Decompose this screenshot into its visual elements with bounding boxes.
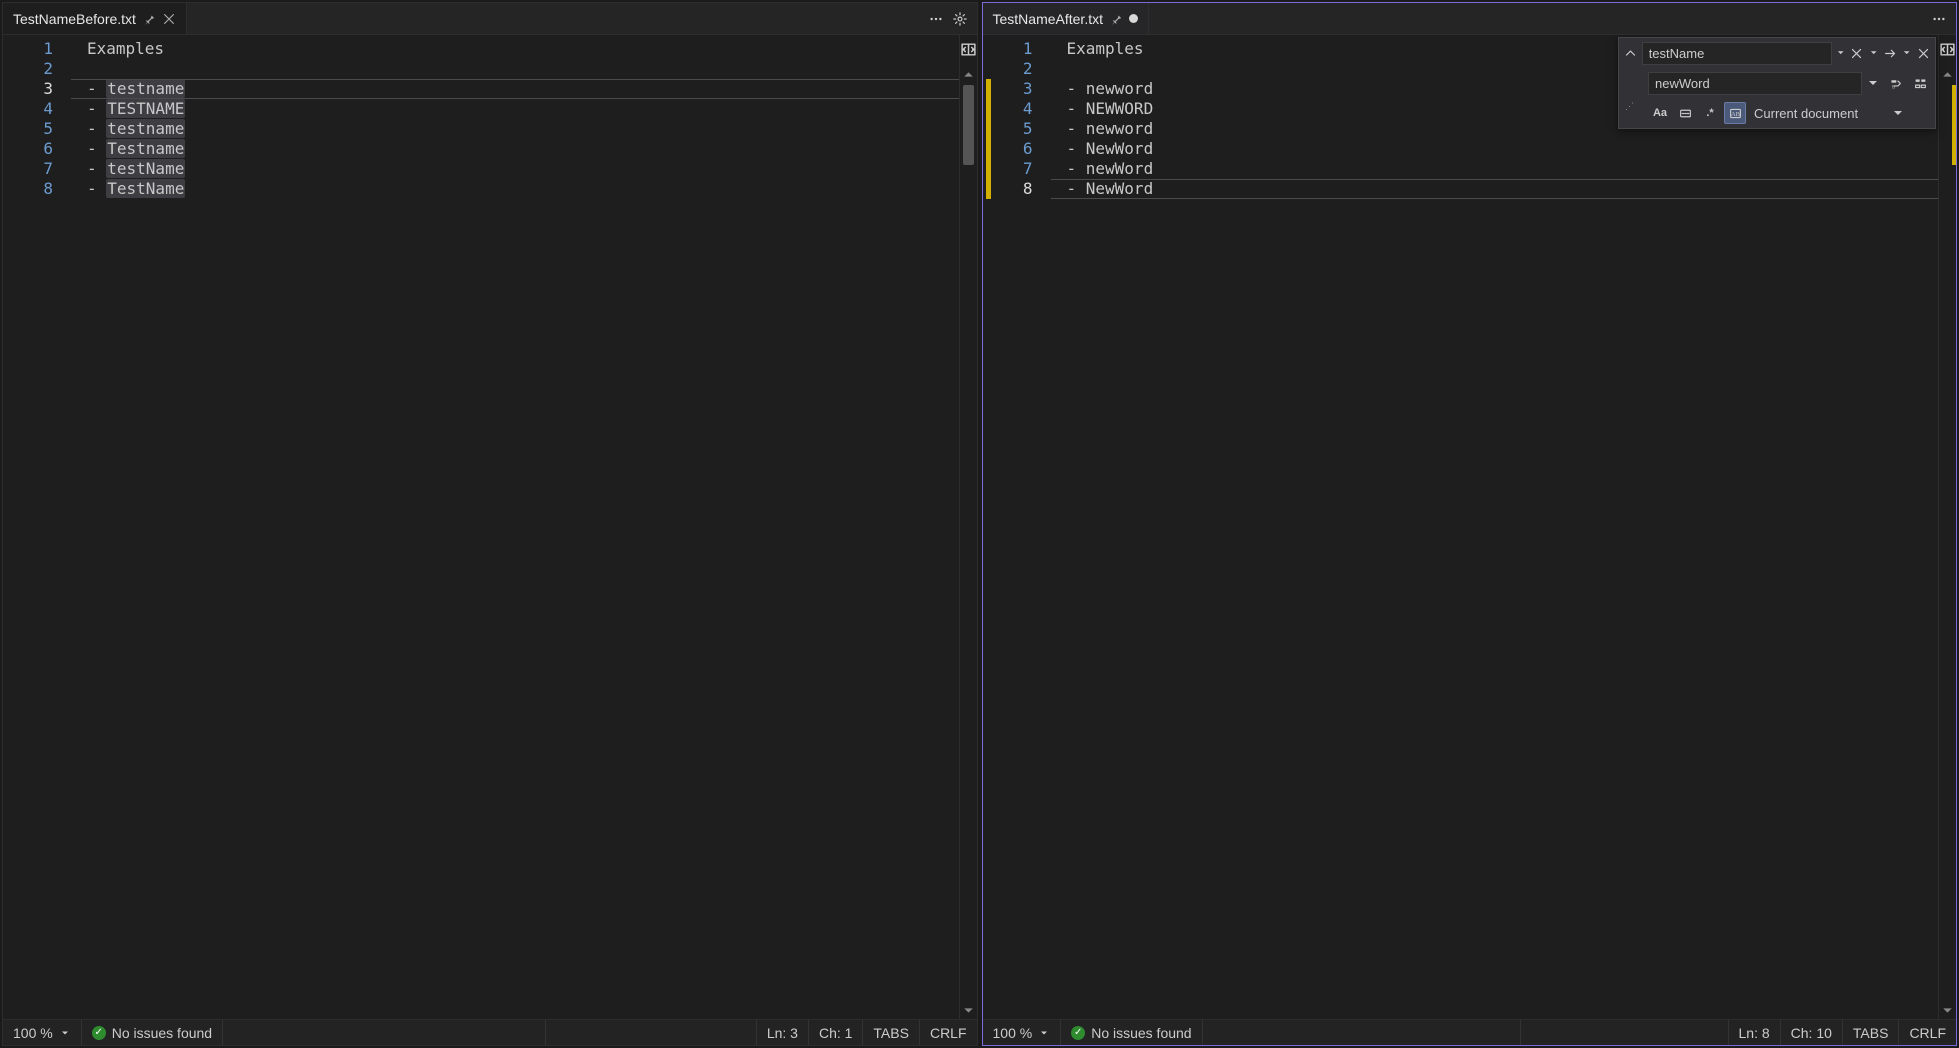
- search-history-dropdown-icon[interactable]: [1835, 42, 1846, 64]
- code-line[interactable]: - NewWord: [1067, 179, 1939, 199]
- indent-mode[interactable]: TABS: [1843, 1020, 1900, 1045]
- editor-pane-right: TestNameAfter.txt 12345678Examples- newwo…: [982, 2, 1958, 1046]
- check-circle-icon: ✓: [1071, 1026, 1085, 1040]
- code-line[interactable]: - testName: [87, 159, 959, 179]
- code-line[interactable]: - Testname: [87, 139, 959, 159]
- use-regex-toggle[interactable]: .*: [1699, 102, 1721, 124]
- replace-history-dropdown-icon[interactable]: [1865, 72, 1881, 94]
- code-line[interactable]: - TestName: [87, 179, 959, 199]
- zoom-level[interactable]: 100 %: [3, 1020, 82, 1045]
- check-circle-icon: ✓: [92, 1026, 106, 1040]
- search-scope-dropdown-icon[interactable]: [1890, 102, 1906, 124]
- change-gutter: [983, 39, 993, 1019]
- search-scope-selector[interactable]: Current document: [1749, 102, 1887, 124]
- change-overview-marker: [1952, 85, 1956, 165]
- match-case-toggle[interactable]: Aa: [1649, 102, 1671, 124]
- issues-indicator[interactable]: ✓No issues found: [1061, 1020, 1202, 1045]
- gear-icon[interactable]: [949, 8, 971, 30]
- code-content[interactable]: Examples- newword- NEWWORD- newword- New…: [1051, 39, 1939, 1019]
- replace-next-icon[interactable]: b: [1884, 72, 1906, 94]
- resize-handle-icon[interactable]: ⋰: [1623, 100, 1637, 110]
- split-window-icon[interactable]: [960, 35, 977, 63]
- code-line[interactable]: - testname: [87, 119, 959, 139]
- zoom-level[interactable]: 100 %: [983, 1020, 1062, 1045]
- status-bar: 100 %✓No issues found Ln: 8Ch: 10TABSCRLF: [983, 1019, 1957, 1045]
- close-panel-icon[interactable]: [1915, 42, 1931, 64]
- cursor-line[interactable]: Ln: 8: [1729, 1020, 1781, 1045]
- editor-pane-left: TestNameBefore.txt 12345678 Examples - test…: [2, 2, 978, 1046]
- scrollbar-thumb[interactable]: [963, 85, 974, 165]
- issues-indicator[interactable]: ✓No issues found: [82, 1020, 223, 1045]
- cursor-column[interactable]: Ch: 1: [809, 1020, 863, 1045]
- code-line[interactable]: - testname: [87, 79, 959, 99]
- collapse-panel-icon[interactable]: [1623, 42, 1639, 64]
- tab-bar: TestNameBefore.txt: [3, 3, 977, 35]
- hscroll-left-icon[interactable]: [1499, 1020, 1521, 1045]
- line-ending[interactable]: CRLF: [1899, 1020, 1956, 1045]
- code-line[interactable]: - newWord: [1067, 159, 1939, 179]
- indent-mode[interactable]: TABS: [863, 1020, 920, 1045]
- svg-text:b: b: [1892, 84, 1895, 90]
- search-input[interactable]: [1642, 42, 1832, 65]
- status-bar: 100 %✓No issues found Ln: 3Ch: 1TABSCRLF: [3, 1019, 977, 1045]
- hscroll-left-icon[interactable]: [524, 1020, 546, 1045]
- line-numbers: 12345678: [993, 39, 1051, 1019]
- editor-tab[interactable]: TestNameAfter.txt: [983, 3, 1149, 34]
- tab-filename: TestNameAfter.txt: [993, 11, 1103, 27]
- line-numbers: 12345678: [13, 39, 71, 1019]
- find-next-icon[interactable]: [1882, 42, 1898, 64]
- hscroll-right-icon[interactable]: [1707, 1020, 1729, 1045]
- vertical-scrollbar[interactable]: [959, 35, 977, 1019]
- code-editor[interactable]: 12345678Examples- newword- NEWWORD- neww…: [983, 35, 1939, 1019]
- search-options-dropdown-icon[interactable]: [1868, 42, 1879, 64]
- cursor-line[interactable]: Ln: 3: [757, 1020, 809, 1045]
- preserve-case-toggle[interactable]: AB: [1724, 102, 1746, 124]
- line-ending[interactable]: CRLF: [920, 1020, 977, 1045]
- code-line[interactable]: Examples: [87, 39, 959, 59]
- hscroll-right-icon[interactable]: [735, 1020, 757, 1045]
- close-tab-icon[interactable]: [162, 12, 176, 26]
- match-whole-word-toggle[interactable]: [1674, 102, 1696, 124]
- find-direction-dropdown-icon[interactable]: [1901, 42, 1912, 64]
- code-line[interactable]: - NewWord: [1067, 139, 1939, 159]
- find-replace-panel: b ⋰ Aa .* AB Current document: [1618, 37, 1936, 129]
- svg-text:AB: AB: [1730, 110, 1740, 117]
- tab-filename: TestNameBefore.txt: [13, 11, 136, 27]
- code-content[interactable]: Examples- testname- TESTNAME- testname- …: [71, 39, 959, 1019]
- code-line[interactable]: [87, 59, 959, 79]
- scroll-up-icon[interactable]: [960, 65, 977, 83]
- pin-icon[interactable]: [1109, 12, 1123, 26]
- scroll-down-icon[interactable]: [960, 1001, 977, 1019]
- editor-tab[interactable]: TestNameBefore.txt: [3, 3, 187, 34]
- replace-all-icon[interactable]: [1909, 72, 1931, 94]
- replace-input[interactable]: [1648, 72, 1862, 95]
- vertical-scrollbar[interactable]: [1938, 35, 1956, 1019]
- pin-icon[interactable]: [142, 12, 156, 26]
- clear-search-icon[interactable]: [1849, 42, 1865, 64]
- more-options-icon[interactable]: [1928, 8, 1950, 30]
- code-editor[interactable]: 12345678Examples- testname- TESTNAME- te…: [3, 35, 959, 1019]
- more-options-icon[interactable]: [925, 8, 947, 30]
- search-scope-label: Current document: [1754, 106, 1882, 121]
- scroll-up-icon[interactable]: [1939, 65, 1956, 83]
- scroll-down-icon[interactable]: [1939, 1001, 1956, 1019]
- tab-bar: TestNameAfter.txt: [983, 3, 1957, 35]
- cursor-column[interactable]: Ch: 10: [1781, 1020, 1843, 1045]
- split-window-icon[interactable]: [1939, 35, 1956, 63]
- dirty-indicator-icon: [1129, 14, 1138, 23]
- code-line[interactable]: - TESTNAME: [87, 99, 959, 119]
- change-gutter: [3, 39, 13, 1019]
